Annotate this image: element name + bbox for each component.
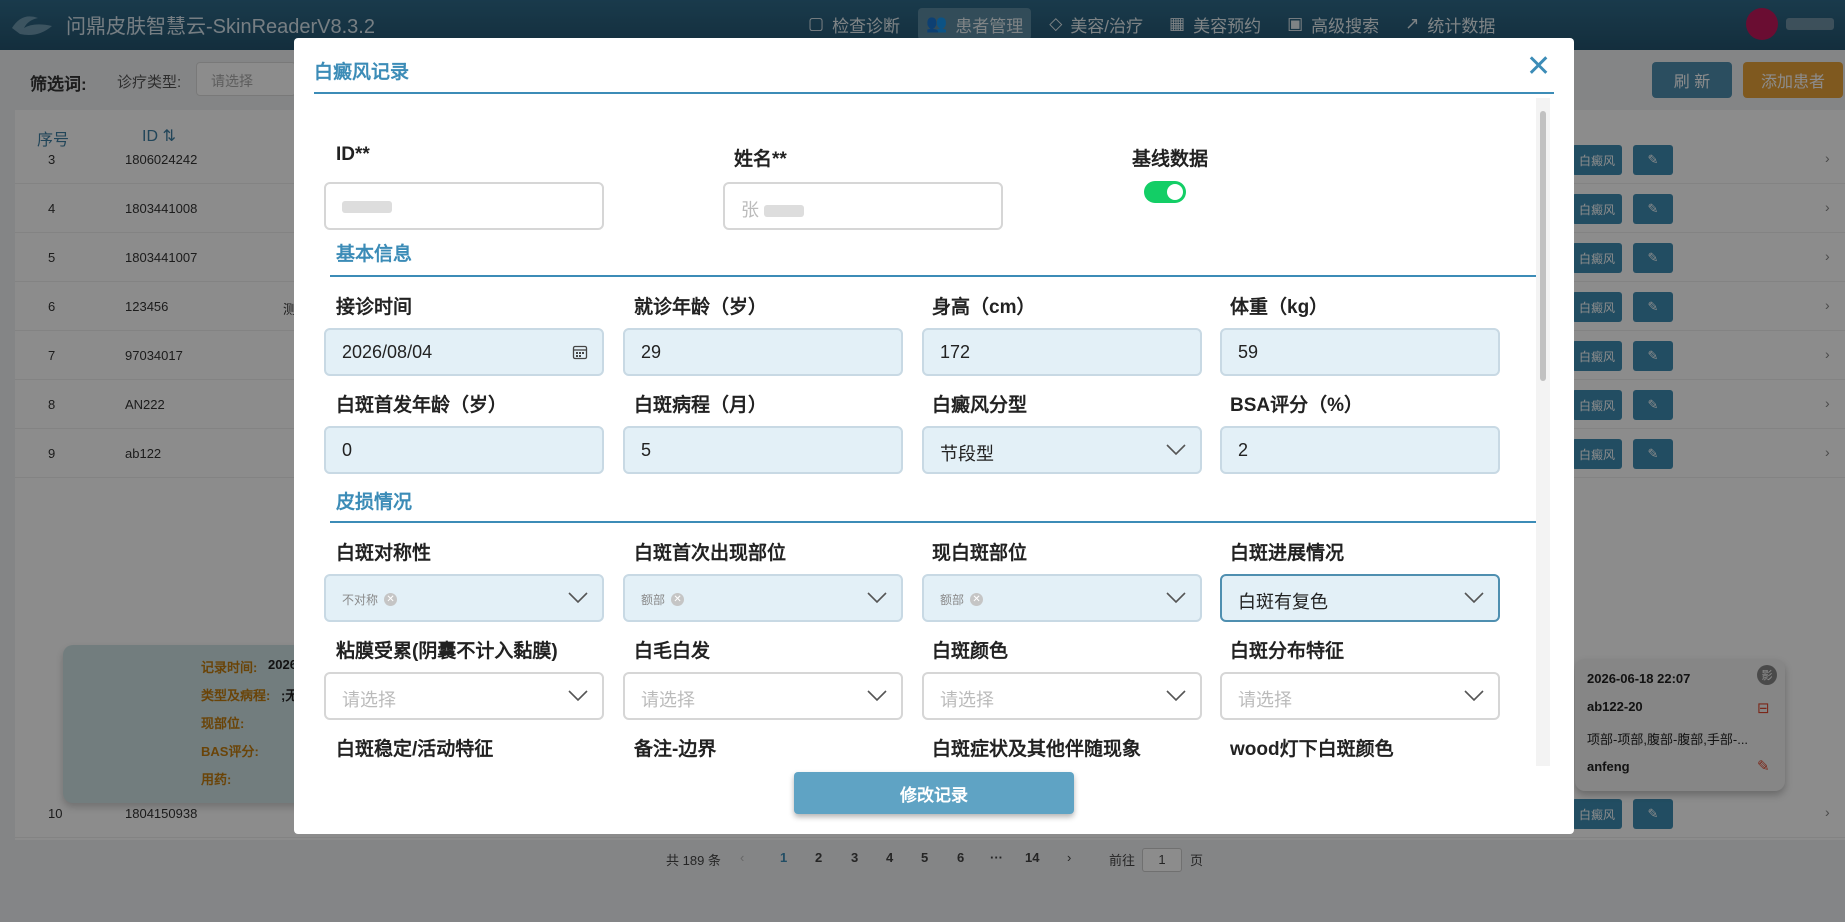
chevron-down-icon <box>1166 592 1186 604</box>
chevron-down-icon <box>568 690 588 702</box>
distribution-select[interactable]: 请选择 <box>1220 672 1500 720</box>
chevron-down-icon <box>568 592 588 604</box>
vitiligo-record-dialog: 白癜风记录 ✕ ID** 姓名** 张 基线数据 基本信息 接诊时间 2026/… <box>294 38 1574 834</box>
chevron-down-icon <box>867 690 887 702</box>
section-lesion: 皮损情况 <box>336 492 413 513</box>
progress-label: 白斑进展情况 <box>1230 543 1345 564</box>
chevron-down-icon <box>1166 690 1186 702</box>
mucosa-select[interactable]: 请选择 <box>324 672 604 720</box>
section-divider <box>330 275 1537 277</box>
visit-age-input[interactable]: 29 <box>623 328 903 376</box>
id-label: ID** <box>336 144 370 165</box>
white-hair-select[interactable]: 请选择 <box>623 672 903 720</box>
baseline-label: 基线数据 <box>1132 149 1209 170</box>
progress-value: 白斑有复色 <box>1238 592 1328 612</box>
course-input[interactable]: 5 <box>623 426 903 474</box>
visit-time-input[interactable]: 2026/08/04 <box>324 328 604 376</box>
note-border-label: 备注-边界 <box>634 739 717 760</box>
symptoms-label: 白斑症状及其他伴随现象 <box>932 739 1142 760</box>
type-select[interactable]: 节段型 <box>922 426 1202 474</box>
visit-time-value: 2026/08/04 <box>342 342 433 362</box>
type-value: 节段型 <box>940 444 994 464</box>
redacted-value <box>342 201 392 214</box>
modify-record-button[interactable]: 修改记录 <box>794 772 1074 814</box>
distribution-label: 白斑分布特征 <box>1230 641 1345 662</box>
redacted-value <box>764 205 805 218</box>
first-site-label: 白斑首次出现部位 <box>634 543 787 564</box>
color-select[interactable]: 请选择 <box>922 672 1202 720</box>
chevron-down-icon <box>1464 592 1484 604</box>
chevron-down-icon <box>867 592 887 604</box>
selected-tag: 额部 ✕ <box>641 591 685 608</box>
scrollbar-thumb[interactable] <box>1540 111 1546 381</box>
current-site-label: 现白斑部位 <box>932 543 1028 564</box>
chevron-down-icon <box>1464 690 1484 702</box>
tag-text: 额部 <box>641 593 666 607</box>
visit-time-label: 接诊时间 <box>336 297 413 318</box>
baseline-toggle[interactable] <box>1144 181 1186 203</box>
tag-close-icon[interactable]: ✕ <box>970 593 984 606</box>
tag-close-icon[interactable]: ✕ <box>384 593 398 606</box>
placeholder: 请选择 <box>342 690 396 710</box>
weight-label: 体重（kg） <box>1230 297 1329 318</box>
white-hair-label: 白毛白发 <box>634 641 711 662</box>
course-label: 白斑病程（月） <box>634 395 768 416</box>
title-divider <box>314 92 1554 94</box>
wood-lamp-label: wood灯下白斑颜色 <box>1230 739 1394 760</box>
name-prefix: 张 <box>741 200 759 220</box>
placeholder: 请选择 <box>1238 690 1292 710</box>
first-site-select[interactable]: 额部 ✕ <box>623 574 903 622</box>
height-input[interactable]: 172 <box>922 328 1202 376</box>
chevron-down-icon <box>1166 444 1186 456</box>
close-icon[interactable]: ✕ <box>1526 52 1551 82</box>
tag-text: 额部 <box>940 593 965 607</box>
onset-age-input[interactable]: 0 <box>324 426 604 474</box>
type-label: 白癜风分型 <box>932 395 1028 416</box>
mucosa-label: 粘膜受累(阴囊不计入黏膜) <box>336 641 558 662</box>
bsa-input[interactable]: 2 <box>1220 426 1500 474</box>
form-scroll-area[interactable]: ID** 姓名** 张 基线数据 基本信息 接诊时间 2026/08/04 就诊… <box>314 96 1554 772</box>
tag-text: 不对称 <box>342 593 379 607</box>
section-divider <box>330 521 1537 523</box>
calendar-icon[interactable] <box>572 344 588 360</box>
selected-tag: 额部 ✕ <box>940 591 984 608</box>
toggle-knob <box>1167 184 1183 200</box>
visit-age-label: 就诊年龄（岁） <box>634 297 768 318</box>
height-label: 身高（cm） <box>932 297 1036 318</box>
onset-age-label: 白斑首发年龄（岁） <box>336 395 508 416</box>
progress-select[interactable]: 白斑有复色 <box>1220 574 1500 622</box>
id-field[interactable] <box>324 182 604 230</box>
bsa-label: BSA评分（%） <box>1230 395 1364 416</box>
form-scrollbar[interactable] <box>1536 98 1550 766</box>
tag-close-icon[interactable]: ✕ <box>671 593 685 606</box>
current-site-select[interactable]: 额部 ✕ <box>922 574 1202 622</box>
dialog-title: 白癜风记录 <box>314 62 410 83</box>
symmetry-label: 白斑对称性 <box>336 543 432 564</box>
section-basic-info: 基本信息 <box>336 244 413 265</box>
selected-tag: 不对称 ✕ <box>342 591 398 608</box>
name-field[interactable]: 张 <box>723 182 1003 230</box>
color-label: 白斑颜色 <box>932 641 1009 662</box>
stability-label: 白斑稳定/活动特征 <box>336 739 494 760</box>
symmetry-select[interactable]: 不对称 ✕ <box>324 574 604 622</box>
name-label: 姓名** <box>734 149 787 170</box>
placeholder: 请选择 <box>940 690 994 710</box>
weight-input[interactable]: 59 <box>1220 328 1500 376</box>
placeholder: 请选择 <box>641 690 695 710</box>
